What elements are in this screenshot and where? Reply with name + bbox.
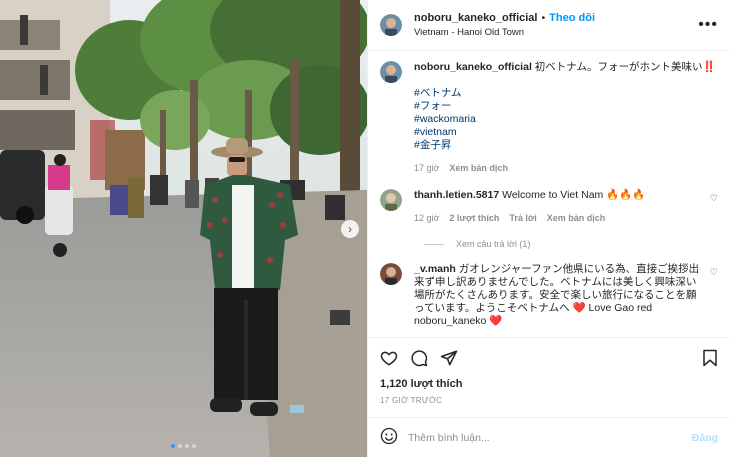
bookmark-icon[interactable] xyxy=(702,349,718,367)
commenter-avatar[interactable] xyxy=(380,263,402,285)
carousel-indicator xyxy=(0,444,367,448)
comment-like-icon[interactable]: ♡ xyxy=(710,267,718,278)
separator-dot: • xyxy=(541,12,546,24)
comment-text: ガオレンジャーファン他県にいる為、直接ご挨拶出来ず申し訳ありませんでした。ベトナ… xyxy=(414,263,700,327)
carousel-dot xyxy=(185,444,189,448)
follow-button[interactable]: Theo dõi xyxy=(549,12,595,24)
post-location[interactable]: Vietnam - Hanoi Old Town xyxy=(414,27,698,38)
post-actions: 1,120 lượt thích 17 GIỜ TRƯỚC xyxy=(368,337,730,417)
hashtag-link[interactable]: #wackomaria xyxy=(414,113,718,126)
comment-input[interactable] xyxy=(408,431,692,444)
translate-button[interactable]: Xem bản dịch xyxy=(449,162,508,175)
post-timestamp[interactable]: 17 GIỜ TRƯỚC xyxy=(380,396,718,405)
post-header: noboru_kaneko_official • Theo dõi Vietna… xyxy=(368,0,730,51)
chevron-right-icon: › xyxy=(348,222,352,236)
emoji-icon[interactable] xyxy=(380,427,398,448)
comment-item: _v.manh ガオレンジャーファン他県にいる為、直接ご挨拶出来ず申し訳ありませ… xyxy=(380,263,718,328)
post-comment-button[interactable]: Đăng xyxy=(692,432,718,444)
view-replies-button[interactable]: Xem câu trả lời (1) xyxy=(424,239,718,249)
street-photo-illustration xyxy=(0,0,367,457)
share-icon[interactable] xyxy=(440,349,458,367)
comment-username[interactable]: thanh.letien.5817 xyxy=(414,189,499,201)
view-replies-label: Xem câu trả lời (1) xyxy=(456,239,531,249)
caption: noboru_kaneko_official 初ベトナム。フォーがホント美味い‼… xyxy=(380,61,718,175)
hashtag-link[interactable]: #フォー xyxy=(414,100,718,113)
next-photo-button[interactable]: › xyxy=(341,220,359,238)
comment-like-icon[interactable]: ♡ xyxy=(710,193,718,204)
comments-section[interactable]: noboru_kaneko_official 初ベトナム。フォーがホント美味い‼… xyxy=(368,52,730,337)
author-username[interactable]: noboru_kaneko_official xyxy=(414,12,537,24)
comment-text: Welcome to Viet Nam 🔥🔥🔥 xyxy=(502,189,646,201)
commenter-avatar[interactable] xyxy=(380,189,402,211)
comment-username[interactable]: _v.manh xyxy=(414,263,456,275)
comment-icon[interactable] xyxy=(410,349,428,367)
author-avatar[interactable] xyxy=(380,14,402,36)
divider xyxy=(424,243,444,245)
translate-button[interactable]: Xem bản dịch xyxy=(547,212,606,225)
comment-likes[interactable]: 2 lượt thích xyxy=(449,212,499,225)
hashtag-link[interactable]: #vietnam xyxy=(414,126,718,139)
instagram-post-modal: › noboru_kaneko_official • Theo dõi Viet… xyxy=(0,0,730,457)
hashtag-list: #ベトナム #フォー #wackomaria #vietnam #金子昇 xyxy=(414,87,718,152)
post-side-panel: noboru_kaneko_official • Theo dõi Vietna… xyxy=(367,0,730,457)
author-avatar[interactable] xyxy=(380,61,402,83)
comment-time[interactable]: 12 giờ xyxy=(414,212,439,225)
caption-text: 初ベトナム。フォーがホント美味い‼️ xyxy=(534,61,716,73)
caption-username[interactable]: noboru_kaneko_official xyxy=(414,61,532,73)
hashtag-link[interactable]: #ベトナム xyxy=(414,87,718,100)
carousel-dot xyxy=(171,444,175,448)
carousel-dot xyxy=(178,444,182,448)
add-comment-bar: Đăng xyxy=(368,417,730,457)
like-count[interactable]: 1,120 lượt thích xyxy=(380,378,718,390)
more-icon[interactable]: ••• xyxy=(698,16,718,34)
heart-icon[interactable] xyxy=(380,349,398,367)
comment-item: thanh.letien.5817 Welcome to Viet Nam 🔥🔥… xyxy=(380,189,718,225)
post-photo[interactable]: › xyxy=(0,0,367,457)
carousel-dot xyxy=(192,444,196,448)
reply-button[interactable]: Trả lời xyxy=(509,212,536,225)
hashtag-link[interactable]: #金子昇 xyxy=(414,139,718,152)
caption-time[interactable]: 17 giờ xyxy=(414,162,439,175)
